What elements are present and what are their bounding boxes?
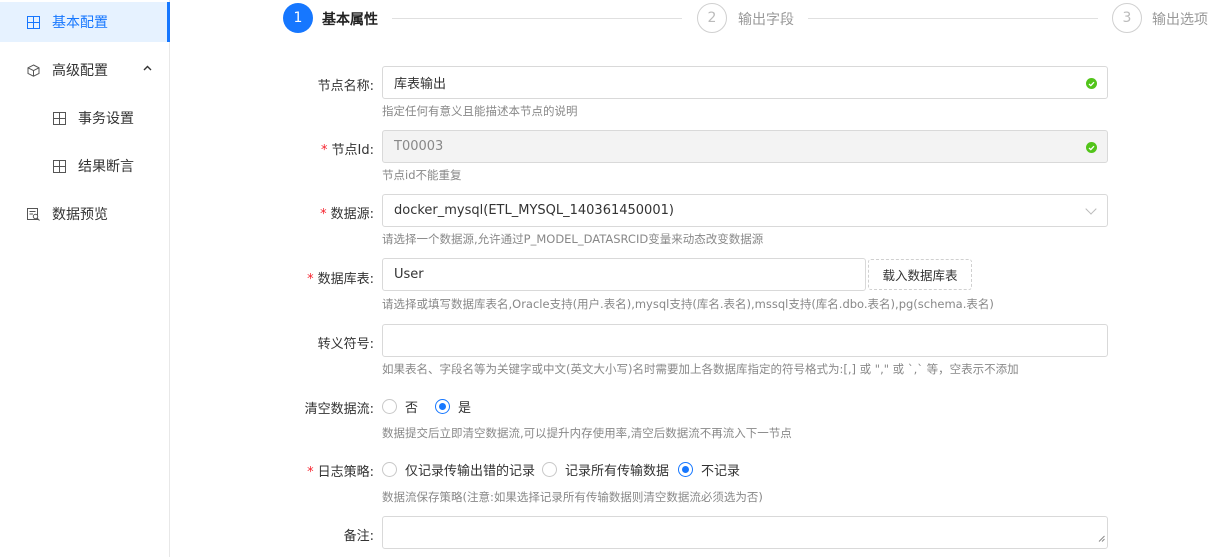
preview-icon xyxy=(26,207,40,221)
sidebar-item-data-preview[interactable]: 数据预览 xyxy=(0,194,170,234)
log-policy-errors-radio[interactable]: 仅记录传输出错的记录 xyxy=(382,460,535,479)
grid-icon xyxy=(52,111,66,125)
step-connector xyxy=(808,18,1098,19)
log-policy-label: * 日志策略: xyxy=(307,465,374,480)
clear-stream-no-radio[interactable]: 否 xyxy=(382,397,418,416)
radio-dot xyxy=(382,399,397,414)
sidebar-item-basic-config[interactable]: 基本配置 xyxy=(0,2,170,42)
check-icon xyxy=(1086,142,1097,153)
node-id-label: * 节点Id: xyxy=(321,143,374,158)
radio-dot xyxy=(542,462,557,477)
sidebar-item-assertion[interactable]: 结果断言 xyxy=(0,146,170,186)
radio-label: 记录所有传输数据 xyxy=(565,464,670,479)
log-policy-hint: 数据流保存策略(注意:如果选择记录所有传输数据则清空数据流必须选为否) xyxy=(382,490,763,504)
chevron-up-icon[interactable] xyxy=(143,63,152,74)
sidebar-item-advanced-config[interactable]: 高级配置 xyxy=(0,50,170,90)
step-connector xyxy=(392,18,682,19)
radio-dot-selected xyxy=(435,399,450,414)
sidebar-item-label: 数据预览 xyxy=(52,207,108,223)
chevron-down-icon xyxy=(1085,203,1097,215)
radio-label: 是 xyxy=(458,401,472,416)
radio-label: 仅记录传输出错的记录 xyxy=(405,464,536,479)
db-table-label: * 数据库表: xyxy=(307,272,374,287)
clear-stream-hint: 数据提交后立即清空数据流,可以提升内存使用率,清空后数据流不再流入下一节点 xyxy=(382,426,792,440)
radio-dot xyxy=(382,462,397,477)
node-id-value: T00003 xyxy=(394,139,444,154)
datasource-select[interactable]: docker_mysql(ETL_MYSQL_140361450001) xyxy=(382,194,1108,227)
step-1-circle[interactable]: 1 xyxy=(283,3,313,33)
log-policy-none-radio[interactable]: 不记录 xyxy=(678,460,740,479)
db-table-value: User xyxy=(394,267,424,282)
datasource-value: docker_mysql(ETL_MYSQL_140361450001) xyxy=(394,203,674,218)
remark-label: 备注: xyxy=(343,529,374,544)
clear-stream-label: 清空数据流: xyxy=(304,402,374,417)
grid-icon xyxy=(26,15,40,29)
node-name-label: 节点名称: xyxy=(317,79,374,94)
escape-hint: 如果表名、字段名等为关键字或中文(英文大小写)名时需要加上各数据库指定的符号格式… xyxy=(382,362,1019,376)
datasource-hint: 请选择一个数据源,允许通过P_MODEL_DATASRCID变量来动态改变数据源 xyxy=(382,232,764,246)
db-table-input[interactable]: User xyxy=(382,258,866,291)
node-name-value: 库表输出 xyxy=(394,77,447,92)
escape-input[interactable] xyxy=(382,324,1108,357)
datasource-label: * 数据源: xyxy=(320,207,374,222)
load-db-table-button[interactable]: 载入数据库表 xyxy=(868,259,972,290)
grid-icon xyxy=(52,159,66,173)
sidebar-item-label: 事务设置 xyxy=(78,111,134,127)
step-2-circle[interactable]: 2 xyxy=(697,3,727,33)
sidebar-item-transaction[interactable]: 事务设置 xyxy=(0,98,170,138)
clear-stream-yes-radio[interactable]: 是 xyxy=(435,397,471,416)
node-id-hint: 节点id不能重复 xyxy=(382,168,462,182)
radio-dot-selected xyxy=(678,462,693,477)
cube-icon xyxy=(26,63,40,77)
sidebar: 基本配置 高级配置 事务设置 结果断言 数据预览 xyxy=(0,0,170,557)
step-1-title[interactable]: 基本属性 xyxy=(322,9,378,29)
radio-label: 不记录 xyxy=(701,464,741,479)
sidebar-item-label: 结果断言 xyxy=(78,159,134,175)
log-policy-all-radio[interactable]: 记录所有传输数据 xyxy=(542,460,669,479)
node-id-input[interactable]: T00003 xyxy=(382,130,1108,163)
sidebar-item-label: 高级配置 xyxy=(52,63,108,79)
step-3-circle[interactable]: 3 xyxy=(1112,3,1142,33)
sidebar-item-label: 基本配置 xyxy=(52,15,108,31)
node-name-input[interactable]: 库表输出 xyxy=(382,66,1108,99)
node-name-hint: 指定任何有意义且能描述本节点的说明 xyxy=(382,104,578,118)
radio-label: 否 xyxy=(405,401,419,416)
app-root: 基本配置 高级配置 事务设置 结果断言 数据预览 1 基本属性 2 输出字段 3… xyxy=(0,0,1218,557)
remark-textarea[interactable] xyxy=(382,516,1108,549)
resize-handle-icon[interactable] xyxy=(1098,531,1105,546)
db-table-hint: 请选择或填写数据库表名,Oracle支持(用户.表名),mysql支持(库名.表… xyxy=(382,297,994,311)
step-3-title[interactable]: 输出选项 xyxy=(1152,9,1208,29)
step-2-title[interactable]: 输出字段 xyxy=(738,9,794,29)
escape-label: 转义符号: xyxy=(317,337,374,352)
check-icon xyxy=(1086,78,1097,89)
